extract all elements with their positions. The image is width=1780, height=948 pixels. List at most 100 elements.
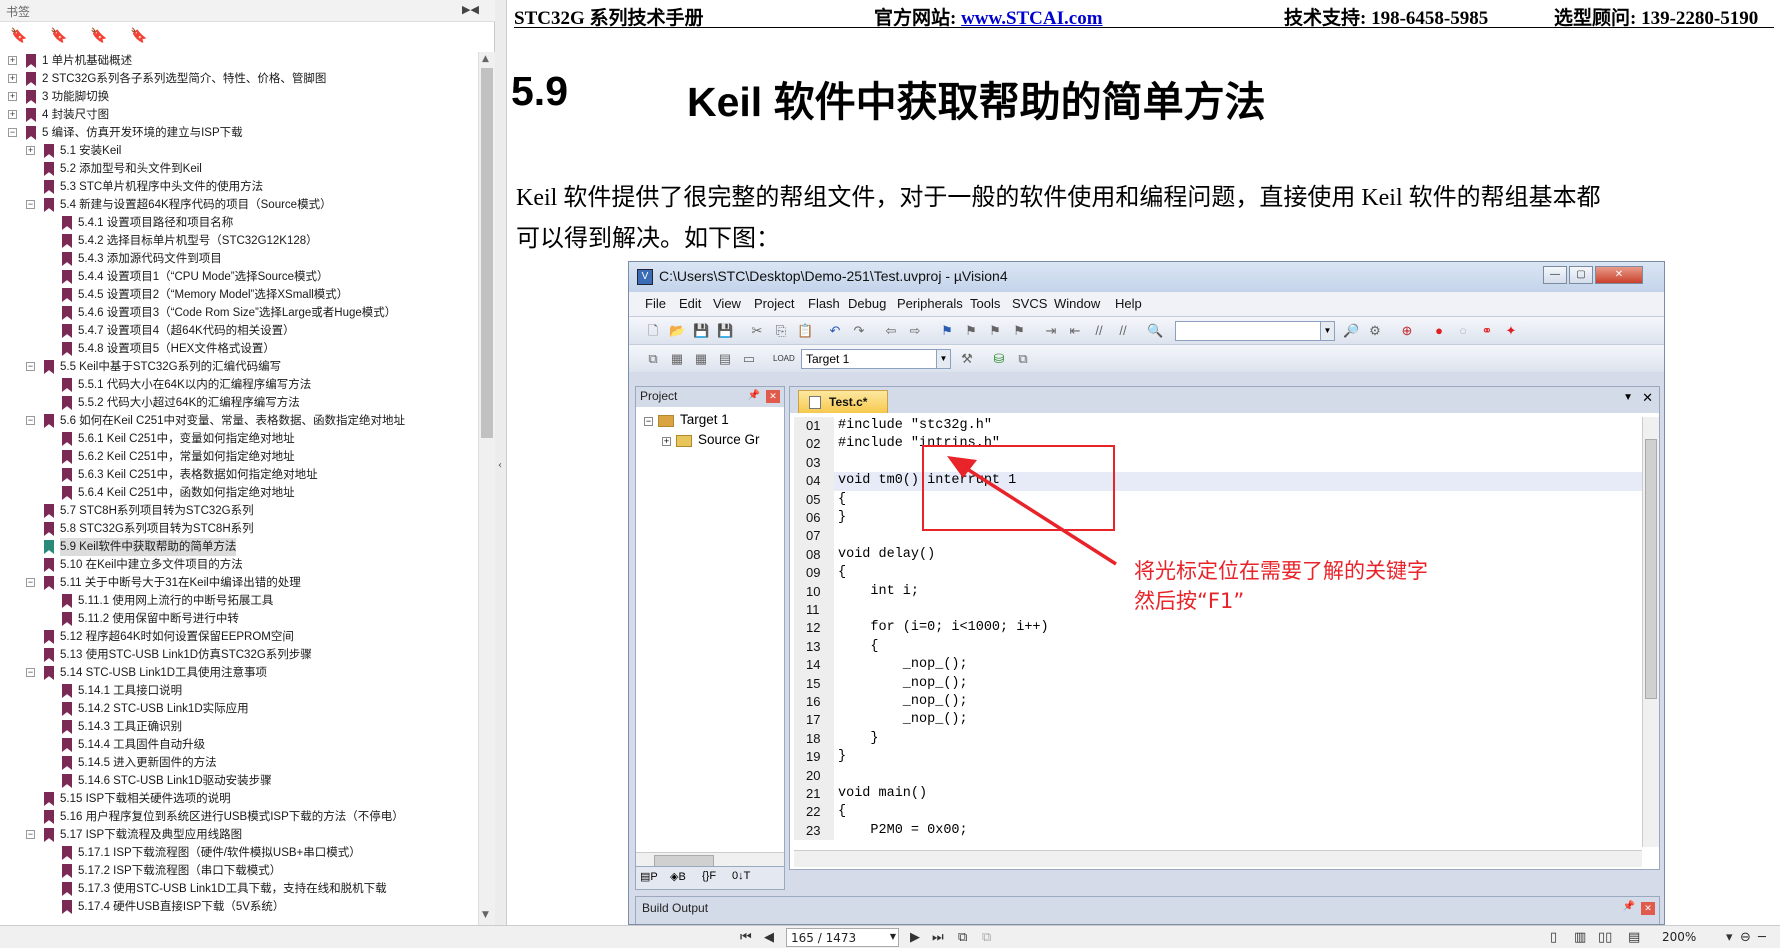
download-icon[interactable]: LOAD [773,351,795,367]
bookmark-collapse-icon[interactable]: 🔖 [50,27,68,45]
bookmark-item[interactable]: 5.11.2 使用保留中断号进行中转 [0,610,478,628]
find-in-files-icon[interactable]: 🔍 [1147,323,1163,339]
code-line[interactable]: 22{ [794,803,1642,822]
breakpoint-disable-icon[interactable]: ○ [1455,323,1471,339]
close-icon[interactable]: ✕ [1595,266,1643,284]
tree-source-group[interactable]: Source Gr [698,432,760,447]
bookmark-item[interactable]: +3 功能脚切换 [0,88,478,106]
select-packs-icon[interactable]: ⧉ [1015,351,1031,367]
collapse-icon[interactable]: − [26,362,35,371]
code-line[interactable]: 21 void main() [794,785,1642,804]
bookmark-item[interactable]: 5.14.2 STC-USB Link1D实际应用 [0,700,478,718]
bookmark-item[interactable]: 5.6.2 Keil C251中，常量如何指定绝对地址 [0,448,478,466]
target-options-icon[interactable]: ⚒ [959,351,975,367]
panel-splitter[interactable]: ‹ [495,0,507,925]
bookmark-item[interactable]: − 5.4 新建与设置超64K程序代码的项目（Source模式） [0,196,478,214]
bookmark-scrollbar[interactable]: ▲ ▼ [478,52,495,925]
bookmark-item[interactable]: − 5.11 关于中断号大于31在Keil中编译出错的处理 [0,574,478,592]
bookmark-item[interactable]: − 5.14 STC-USB Link1D工具使用注意事项 [0,664,478,682]
collapse-icon[interactable]: − [26,668,35,677]
facing-page-icon[interactable]: ▯▯ [1598,930,1612,945]
copy-icon[interactable]: ⎘ [773,323,789,339]
menu-help[interactable]: Help [1115,296,1142,311]
bookmark-item[interactable]: 5.4.7 设置项目4（超64K代码的相关设置） [0,322,478,340]
website-link[interactable]: www.STCAI.com [961,8,1102,29]
bookmark-item[interactable]: 5.4.3 添加源代码文件到项目 [0,250,478,268]
comment-icon[interactable]: // [1091,323,1107,339]
project-close-icon[interactable]: ✕ [766,390,780,403]
zoom-level[interactable]: 200% [1662,930,1696,944]
bookmark-item[interactable]: 5.10 在Keil中建立多文件项目的方法 [0,556,478,574]
bookmark-toggle-icon[interactable]: ⚑ [939,323,955,339]
bookmark-item[interactable]: +1 单片机基础概述 [0,52,478,70]
bookmark-item[interactable]: 5.12 程序超64K时如何设置保留EEPROM空间 [0,628,478,646]
bookmark-item[interactable]: 5.4.1 设置项目路径和项目名称 [0,214,478,232]
bookmark-item[interactable]: − 5 编译、仿真开发环境的建立与ISP下载 [0,124,478,142]
debug-start-icon[interactable]: ⊕ [1399,323,1415,339]
code-line[interactable]: 16 _nop_(); [794,693,1642,712]
bookmark-item[interactable]: 5.5.1 代码大小在64K以内的汇编程序编写方法 [0,376,478,394]
bookmark-item[interactable]: 5.4.8 设置项目5（HEX文件格式设置） [0,340,478,358]
paste-icon[interactable]: 📋 [797,323,813,339]
previous-view-icon[interactable]: ⧉ [958,930,967,945]
incremental-find-icon[interactable]: ⚙ [1367,323,1383,339]
code-line[interactable]: 20 [794,766,1642,785]
bookmark-item[interactable]: 5.16 用户程序复位到系统区进行USB模式ISP下载的方法（不停电） [0,808,478,826]
tab-test-c[interactable]: Test.c* [798,390,888,413]
bookmark-item[interactable]: 5.9 Keil软件中获取帮助的简单方法 [0,538,478,556]
breakpoint-kill-all-icon[interactable]: ✦ [1503,323,1519,339]
continuous-facing-icon[interactable]: ▤ [1628,930,1640,945]
bookmark-item[interactable]: − 5.17 ISP下载流程及典型应用线路图 [0,826,478,844]
tab-project-icon[interactable]: ▤P [640,870,658,883]
unindent-icon[interactable]: ⇤ [1067,323,1083,339]
uncomment-icon[interactable]: // [1115,323,1131,339]
bookmark-item[interactable]: 5.5.2 代码大小超过64K的汇编程序编写方法 [0,394,478,412]
build-icon[interactable]: ▦ [669,351,685,367]
code-line[interactable]: 18 } [794,729,1642,749]
find-combo[interactable]: ▼ [1175,321,1335,341]
bookmark-item[interactable]: − 5.6 如何在Keil C251中对变量、常量、表格数据、函数指定绝对地址 [0,412,478,430]
bookmark-item[interactable]: 5.6.3 Keil C251中，表格数据如何指定绝对地址 [0,466,478,484]
code-line[interactable]: 13 { [794,637,1642,657]
bookmark-expand-icon[interactable]: 🔖 [10,27,28,45]
tab-templates-icon[interactable]: 0↓T [732,870,750,882]
bookmark-scroll-thumb[interactable] [481,68,493,438]
bookmark-item[interactable]: 5.14.1 工具接口说明 [0,682,478,700]
expand-icon[interactable]: + [8,92,17,101]
bookmark-item[interactable]: 5.17.2 ISP下载流程图（串口下载模式） [0,862,478,880]
bookmark-item[interactable]: 5.6.1 Keil C251中，变量如何指定绝对地址 [0,430,478,448]
bookmark-item[interactable]: 5.13 使用STC-USB Link1D仿真STC32G系列步骤 [0,646,478,664]
code-line[interactable]: 12 for (i=0; i<1000; i++) [794,619,1642,638]
new-file-icon[interactable]: 🗋 [645,323,661,339]
bookmark-item[interactable]: +4 封装尺寸图 [0,106,478,124]
indent-icon[interactable]: ⇥ [1043,323,1059,339]
code-line[interactable]: 19} [794,748,1642,767]
expand-icon[interactable]: + [8,56,17,65]
pin-icon[interactable]: 📌 [748,390,760,401]
cut-icon[interactable]: ✂ [749,323,765,339]
nav-forward-icon[interactable]: ⇨ [907,323,923,339]
menu-edit[interactable]: Edit [679,296,701,311]
bookmark-prev-icon[interactable]: ⚑ [963,323,979,339]
tab-functions-icon[interactable]: {}F [702,870,716,882]
menu-peripherals[interactable]: Peripherals [897,296,963,311]
bookmark-add-icon[interactable]: 🔖 [90,27,108,45]
next-page-icon[interactable]: ▶ [910,930,920,945]
next-view-icon[interactable]: ⧉ [982,930,991,945]
rebuild-icon[interactable]: ▦ [693,351,709,367]
bookmark-item[interactable]: 5.15 ISP下载相关硬件选项的说明 [0,790,478,808]
code-line[interactable]: 23 P2M0 = 0x00; [794,821,1642,841]
source-group-expand-icon[interactable]: + [662,437,671,446]
bookmark-item[interactable]: 5.4.6 设置项目3（“Code Rom Size”选择Large或者Huge… [0,304,478,322]
menu-window[interactable]: Window [1054,296,1100,311]
menu-flash[interactable]: Flash [808,296,840,311]
nav-back-icon[interactable]: ⇦ [883,323,899,339]
editor-vscrollbar[interactable] [1642,417,1659,847]
bookmark-item[interactable]: 5.11.1 使用网上流行的中断号拓展工具 [0,592,478,610]
bookmark-item[interactable]: 5.17.4 硬件USB直接ISP下载（5V系统） [0,898,478,916]
bookmark-item[interactable]: 5.14.4 工具固件自动升级 [0,736,478,754]
single-page-icon[interactable]: ▯ [1550,930,1557,945]
breakpoint-disable-all-icon[interactable]: ⚭ [1479,323,1495,339]
bookmark-item[interactable]: 5.7 STC8H系列项目转为STC32G系列 [0,502,478,520]
menu-svcs[interactable]: SVCS [1012,296,1047,311]
